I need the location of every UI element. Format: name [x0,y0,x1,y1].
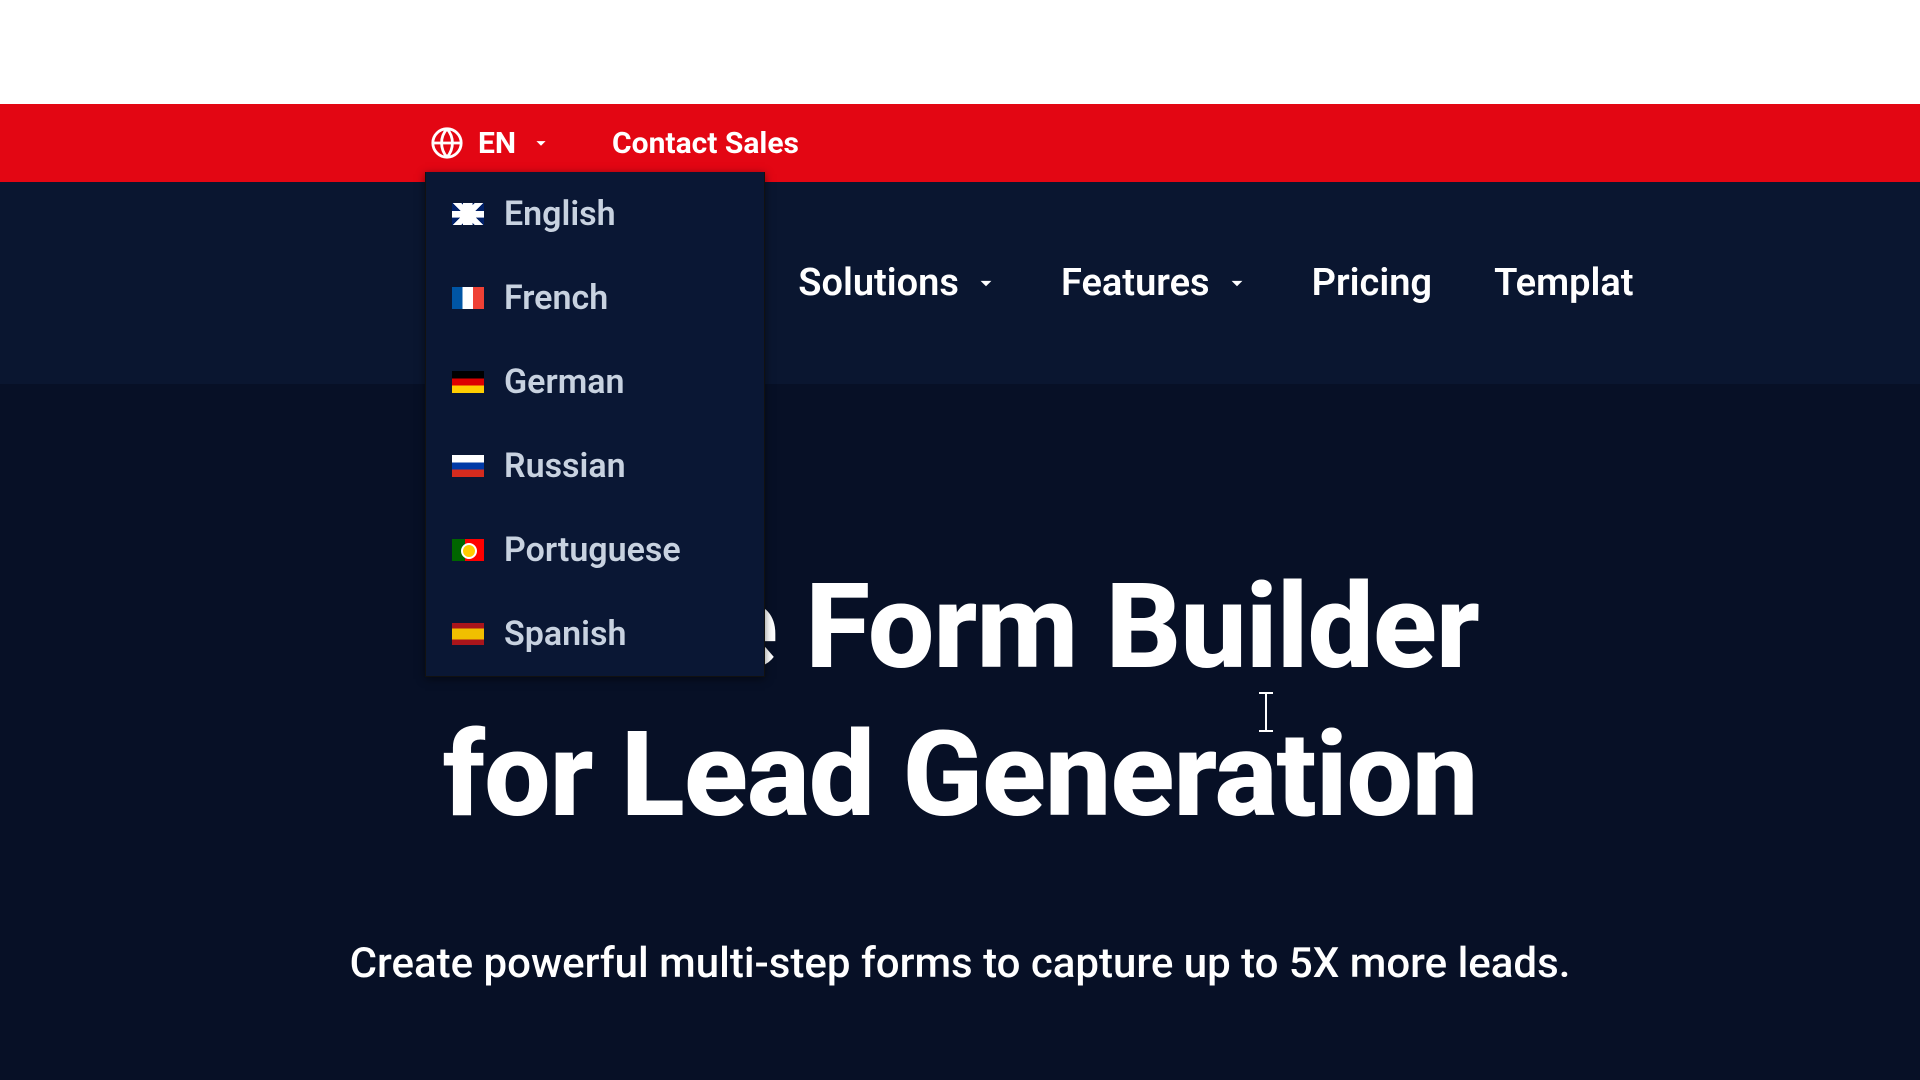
hero-subhead: Create powerful multi-step forms to capt… [0,939,1920,988]
flag-gb-icon [452,203,484,225]
lang-option-spanish[interactable]: Spanish [426,592,764,676]
nav-item-label: Templat [1494,261,1634,305]
nav-item-label: Solutions [798,261,959,305]
language-label: EN [478,126,516,161]
language-dropdown: English French German Russian Portuguese… [425,172,765,677]
chevron-down-icon [530,132,552,154]
browser-chrome-gap [0,0,1920,104]
hero-line-2: for Lead Generation [443,706,1478,844]
text-caret-icon [1265,692,1267,732]
lang-option-label: German [504,362,625,402]
chevron-down-icon [1224,270,1250,296]
flag-es-icon [452,623,484,645]
lang-option-german[interactable]: German [426,340,764,424]
lang-option-label: French [504,278,608,318]
lang-option-label: Spanish [504,614,626,654]
flag-pt-icon [452,539,484,561]
main-navbar: en Solutions Features Pricing Templat [0,182,1920,384]
lang-option-english[interactable]: English [426,172,764,256]
nav-item-label: Features [1061,261,1210,305]
utility-bar: EN Contact Sales [0,104,1920,182]
hero-headline: Online Form Builder for Lead Generation [0,554,1920,849]
language-selector[interactable]: EN [430,126,552,161]
lang-option-label: Russian [504,446,626,486]
nav-item-pricing[interactable]: Pricing [1312,261,1432,305]
flag-fr-icon [452,287,484,309]
contact-sales-link[interactable]: Contact Sales [612,126,799,161]
lang-option-portuguese[interactable]: Portuguese [426,508,764,592]
lang-option-french[interactable]: French [426,256,764,340]
nav-item-label: Pricing [1312,261,1432,305]
flag-de-icon [452,371,484,393]
chevron-down-icon [973,270,999,296]
globe-icon [430,126,464,160]
nav-links: Solutions Features Pricing Templat [798,261,1633,305]
nav-item-features[interactable]: Features [1061,261,1250,305]
hero-section: Online Form Builder for Lead Generation … [0,384,1920,1080]
nav-item-solutions[interactable]: Solutions [798,261,999,305]
lang-option-label: English [504,194,616,234]
lang-option-russian[interactable]: Russian [426,424,764,508]
nav-item-templates[interactable]: Templat [1494,261,1634,305]
flag-ru-icon [452,455,484,477]
lang-option-label: Portuguese [504,530,681,570]
